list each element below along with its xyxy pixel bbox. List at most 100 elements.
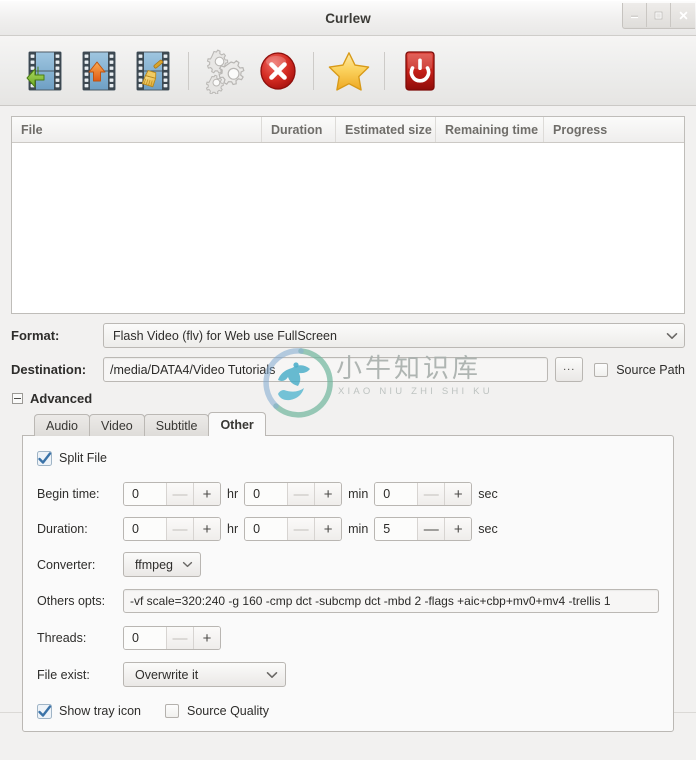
close-button[interactable] <box>671 3 695 27</box>
converter-combobox[interactable]: ffmpeg <box>123 552 201 577</box>
duration-hour-spinner[interactable]: 0 — + <box>123 517 221 541</box>
begin-time-minute-decrement[interactable]: — <box>287 483 315 505</box>
threads-spinner[interactable]: 0 — + <box>123 626 221 650</box>
begin-time-hour-value[interactable]: 0 <box>124 483 166 505</box>
duration-hour-increment[interactable]: + <box>193 518 220 540</box>
tab-strip: Audio Video Subtitle Other <box>22 412 674 436</box>
duration-second-spinner[interactable]: 5 — + <box>374 517 473 541</box>
show-tray-icon-checkbox[interactable] <box>37 704 52 719</box>
begin-time-minute-spinner[interactable]: 0 — + <box>244 482 343 506</box>
converter-row: Converter: ffmpeg <box>23 552 673 577</box>
source-path-checkbox[interactable] <box>594 362 609 377</box>
duration-second-unit: sec <box>478 522 498 536</box>
toolbar-stop-button[interactable] <box>251 43 305 99</box>
begin-time-minute-increment[interactable]: + <box>314 483 342 505</box>
gears-icon <box>205 48 245 94</box>
duration-hour-decrement[interactable]: — <box>166 518 193 540</box>
format-value: Flash Video (flv) for Web use FullScreen <box>113 328 337 343</box>
split-file-label: Split File <box>59 451 107 465</box>
duration-hour-unit: hr <box>227 522 239 536</box>
tab-other[interactable]: Other <box>208 412 266 436</box>
toolbar-separator-3 <box>384 51 385 90</box>
duration-minute-value[interactable]: 0 <box>245 518 288 540</box>
begin-time-hour-spinner[interactable]: 0 — + <box>123 482 221 506</box>
duration-second-value[interactable]: 5 <box>375 518 418 540</box>
tab-video[interactable]: Video <box>88 414 145 436</box>
source-quality-checkbox[interactable] <box>164 704 179 718</box>
file-exist-combobox[interactable]: Overwrite it <box>123 662 286 687</box>
begin-time-hour-decrement[interactable]: — <box>166 483 193 505</box>
threads-value[interactable]: 0 <box>124 627 166 649</box>
duration-hour-value[interactable]: 0 <box>124 518 166 540</box>
format-label: Format: <box>11 328 60 343</box>
duration-minute-spinner[interactable]: 0 — + <box>244 517 343 541</box>
duration-label: Duration: <box>37 522 88 536</box>
column-header-duration[interactable]: Duration <box>262 117 336 142</box>
form-area: Format: Flash Video (flv) for Web use Fu… <box>0 314 696 732</box>
toolbar-quit-button[interactable] <box>393 43 447 99</box>
duration-minute-increment[interactable]: + <box>314 518 342 540</box>
duration-minute-decrement[interactable]: — <box>287 518 315 540</box>
toolbar-convert-button[interactable] <box>197 43 251 99</box>
begin-time-minute-value[interactable]: 0 <box>245 483 288 505</box>
begin-time-second-value[interactable]: 0 <box>375 483 418 505</box>
threads-increment[interactable]: + <box>193 627 220 649</box>
minimize-icon <box>631 15 638 18</box>
film-remove-icon <box>82 51 116 90</box>
destination-input[interactable]: /media/DATA4/Video Tutorials <box>103 357 549 382</box>
minimize-button[interactable] <box>623 3 647 27</box>
toolbar-remove-files-button[interactable] <box>72 43 126 99</box>
toolbar-separator-1 <box>188 51 189 90</box>
file-exist-row: File exist: Overwrite it <box>23 662 673 687</box>
toolbar-clear-list-button[interactable] <box>126 43 180 99</box>
threads-label: Threads: <box>37 631 87 645</box>
window-title: Curlew <box>325 11 371 26</box>
browse-button[interactable]: ... <box>555 357 584 382</box>
begin-time-hour-unit: hr <box>227 487 239 501</box>
bottom-checkboxes-row: Show tray icon Source Quality <box>23 700 673 722</box>
begin-time-label: Begin time: <box>37 487 100 501</box>
column-header-remaining-time[interactable]: Remaining time <box>436 117 544 142</box>
file-list[interactable]: File Duration Estimated size Remaining t… <box>11 116 685 314</box>
file-list-body[interactable] <box>12 143 684 313</box>
begin-time-second-spinner[interactable]: 0 — + <box>374 482 473 506</box>
checkmark-icon <box>37 704 52 719</box>
converter-label: Converter: <box>37 557 96 572</box>
begin-time-minute-unit: min <box>348 487 369 501</box>
duration-row: Duration: 0 — + hr 0 — + min 5 — + sec <box>23 517 673 541</box>
film-clear-icon <box>136 51 170 90</box>
threads-decrement[interactable]: — <box>166 627 193 649</box>
film-add-icon <box>26 51 62 90</box>
tab-subtitle[interactable]: Subtitle <box>143 414 210 436</box>
others-opts-input[interactable]: -vf scale=320:240 -g 160 -cmp dct -subcm… <box>123 589 659 613</box>
title-bar: Curlew <box>0 0 696 36</box>
column-header-file[interactable]: File <box>12 117 262 142</box>
expander-collapse-icon[interactable] <box>12 393 23 404</box>
source-quality-label: Source Quality <box>186 704 269 718</box>
destination-label: Destination: <box>11 362 87 377</box>
begin-time-row: Begin time: 0 — + hr 0 — + min 0 — + sec <box>23 482 673 506</box>
begin-time-hour-increment[interactable]: + <box>193 483 220 505</box>
close-icon <box>679 11 687 19</box>
begin-time-second-unit: sec <box>478 487 498 501</box>
maximize-button[interactable] <box>647 3 671 27</box>
star-icon <box>328 51 370 91</box>
duration-second-increment[interactable]: + <box>444 518 472 540</box>
split-file-checkbox[interactable] <box>37 451 52 466</box>
split-file-row[interactable]: Split File <box>23 447 673 469</box>
duration-second-decrement[interactable]: — <box>417 518 445 540</box>
column-header-estimated-size[interactable]: Estimated size <box>336 117 436 142</box>
source-path-label: Source Path <box>616 362 685 377</box>
toolbar-favorites-button[interactable] <box>322 43 376 99</box>
format-combobox[interactable]: Flash Video (flv) for Web use FullScreen <box>103 323 685 348</box>
begin-time-second-decrement[interactable]: — <box>417 483 445 505</box>
chevron-down-icon <box>266 671 278 678</box>
advanced-expander[interactable]: Advanced <box>12 391 685 406</box>
column-header-progress[interactable]: Progress <box>544 117 684 142</box>
tab-audio[interactable]: Audio <box>34 414 90 436</box>
begin-time-second-increment[interactable]: + <box>444 483 472 505</box>
source-path-checkbox-wrap[interactable]: Source Path <box>594 362 685 377</box>
toolbar-add-files-button[interactable] <box>18 43 72 99</box>
maximize-icon <box>654 11 663 19</box>
file-exist-value: Overwrite it <box>135 667 199 682</box>
